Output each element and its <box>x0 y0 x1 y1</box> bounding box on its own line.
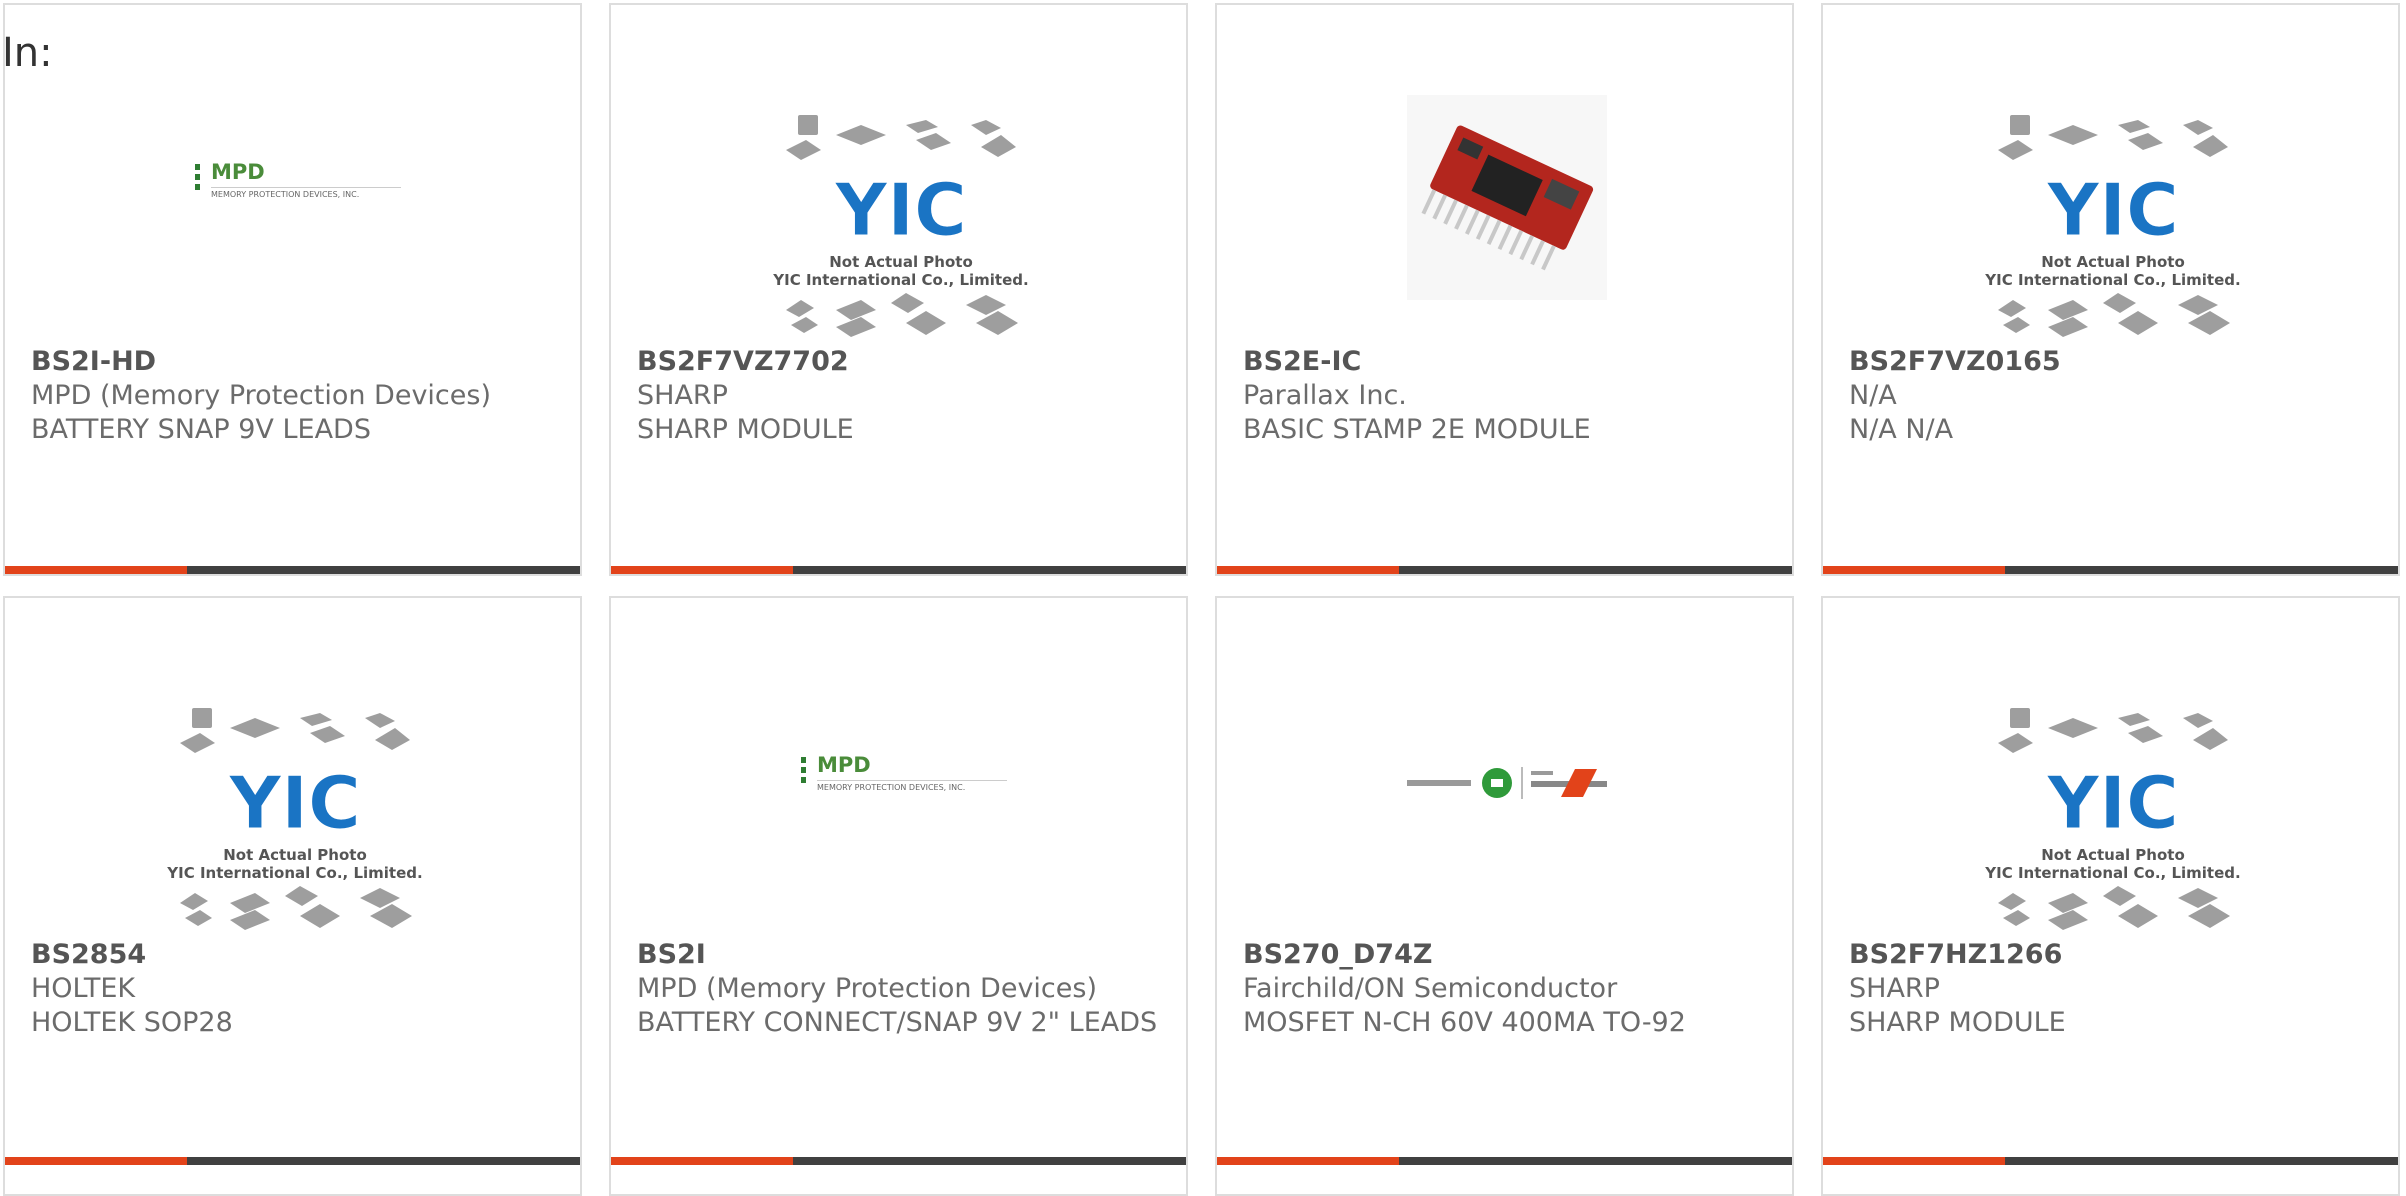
card-bar <box>611 1157 1186 1165</box>
part-number[interactable]: BS2F7VZ7702 <box>637 345 1160 379</box>
manufacturer: N/A <box>1849 380 1897 411</box>
part-number[interactable]: BS2E-IC <box>1243 345 1766 379</box>
fairchild-on-logo <box>1407 767 1607 799</box>
product-image[interactable] <box>1217 618 1792 938</box>
description: BASIC STAMP 2E MODULE <box>1243 414 1591 445</box>
card-bar <box>5 1157 580 1165</box>
product-image[interactable]: MPD MEMORY PROTECTION DEVICES, INC. <box>611 618 1186 938</box>
manufacturer: MPD (Memory Protection Devices) <box>31 380 491 411</box>
mpd-logo: MPD MEMORY PROTECTION DEVICES, INC. <box>801 753 1011 793</box>
manufacturer: Fairchild/ON Semiconductor <box>1243 973 1618 1004</box>
card-bar <box>1217 566 1792 574</box>
description: HOLTEK SOP28 <box>31 1007 233 1038</box>
product-image[interactable] <box>1217 25 1792 345</box>
manufacturer: HOLTEK <box>31 973 136 1004</box>
svg-text:YIC: YIC <box>2046 168 2179 252</box>
placeholder-image: YIC Not Actual Photo YIC International C… <box>1978 688 2248 948</box>
card-bar <box>611 566 1186 574</box>
description: BATTERY CONNECT/SNAP 9V 2" LEADS <box>637 1007 1158 1038</box>
manufacturer: SHARP <box>1849 973 1940 1004</box>
part-number[interactable]: BS2F7VZ0165 <box>1849 345 2372 379</box>
product-card[interactable]: MPD MEMORY PROTECTION DEVICES, INC. BS2I… <box>3 3 582 576</box>
description: N/A N/A <box>1849 414 1954 445</box>
product-card[interactable]: BS2E-IC Parallax Inc. BASIC STAMP 2E MOD… <box>1215 3 1794 576</box>
placeholder-image: YIC Not Actual Photo YIC International C… <box>1978 95 2248 355</box>
manufacturer: MPD (Memory Protection Devices) <box>637 973 1097 1004</box>
card-bar <box>5 566 580 574</box>
description: MOSFET N-CH 60V 400MA TO-92 <box>1243 1007 1686 1038</box>
svg-text:YIC: YIC <box>834 168 967 252</box>
part-number[interactable]: BS2854 <box>31 938 554 972</box>
placeholder-image: YIC Not Actual Photo YIC International C… <box>160 688 430 948</box>
placeholder-image: YIC Not Actual Photo YIC International C… <box>766 95 1036 355</box>
product-image[interactable]: MPD MEMORY PROTECTION DEVICES, INC. <box>5 25 580 345</box>
svg-text:YIC: YIC <box>2046 761 2179 845</box>
product-card[interactable]: YIC Not Actual Photo YIC International C… <box>1821 3 2400 576</box>
part-number[interactable]: BS2F7HZ1266 <box>1849 938 2372 972</box>
card-bar <box>1823 1157 2398 1165</box>
module-photo <box>1407 95 1607 300</box>
product-card[interactable]: MPD MEMORY PROTECTION DEVICES, INC. BS2I… <box>609 596 1188 1196</box>
svg-text:YIC: YIC <box>228 761 361 845</box>
part-number[interactable]: BS270_D74Z <box>1243 938 1766 972</box>
mpd-logo: MPD MEMORY PROTECTION DEVICES, INC. <box>195 160 405 200</box>
product-image[interactable]: YIC Not Actual Photo YIC International C… <box>1823 25 2398 345</box>
description: SHARP MODULE <box>637 414 854 445</box>
manufacturer: Parallax Inc. <box>1243 380 1407 411</box>
card-bar <box>1823 566 2398 574</box>
product-card[interactable]: BS270_D74Z Fairchild/ON Semiconductor MO… <box>1215 596 1794 1196</box>
card-bar <box>1217 1157 1792 1165</box>
manufacturer: SHARP <box>637 380 728 411</box>
part-number[interactable]: BS2I <box>637 938 1160 972</box>
product-card[interactable]: YIC Not Actual Photo YIC International C… <box>1821 596 2400 1196</box>
product-card[interactable]: YIC Not Actual Photo YIC International C… <box>609 3 1188 576</box>
description: SHARP MODULE <box>1849 1007 2066 1038</box>
description: BATTERY SNAP 9V LEADS <box>31 414 371 445</box>
product-image[interactable]: YIC Not Actual Photo YIC International C… <box>5 618 580 938</box>
product-image[interactable]: YIC Not Actual Photo YIC International C… <box>611 25 1186 345</box>
page-heading: In: <box>2 30 53 76</box>
part-number[interactable]: BS2I-HD <box>31 345 554 379</box>
product-grid: MPD MEMORY PROTECTION DEVICES, INC. BS2I… <box>3 3 2403 1196</box>
product-image[interactable]: YIC Not Actual Photo YIC International C… <box>1823 618 2398 938</box>
product-card[interactable]: YIC Not Actual Photo YIC International C… <box>3 596 582 1196</box>
